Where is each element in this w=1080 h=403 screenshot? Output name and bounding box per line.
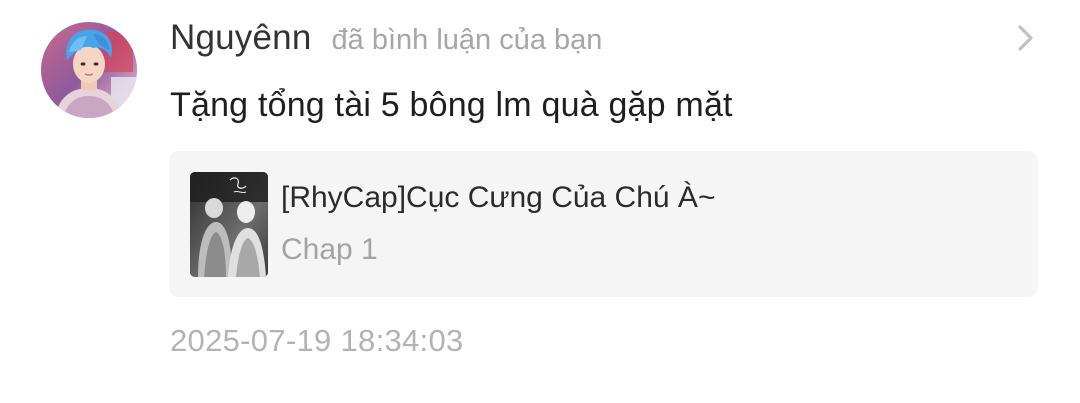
username[interactable]: Nguyênn [170,18,312,58]
notification-header: Nguyênn đã bình luận của bạn [170,18,602,62]
action-text: đã bình luận của bạn [331,24,603,56]
story-chapter: Chap 1 [281,233,378,266]
story-title: [RhyCap]Cục Cưng Của Chú À~ [281,181,716,214]
comment-text: Tặng tổng tài 5 bông lm quà gặp mặt [170,86,733,124]
chevron-right-icon[interactable] [1012,22,1040,54]
linked-story-card[interactable]: [RhyCap]Cục Cưng Của Chú À~ Chap 1 [169,151,1038,297]
timestamp: 2025-07-19 18:34:03 [170,323,464,358]
avatar-photo-icon [41,22,137,118]
comment-notification[interactable]: Nguyênn đã bình luận của bạn Tặng tổng t… [0,0,1080,403]
user-avatar[interactable] [41,22,137,118]
story-cover-image [190,172,268,277]
